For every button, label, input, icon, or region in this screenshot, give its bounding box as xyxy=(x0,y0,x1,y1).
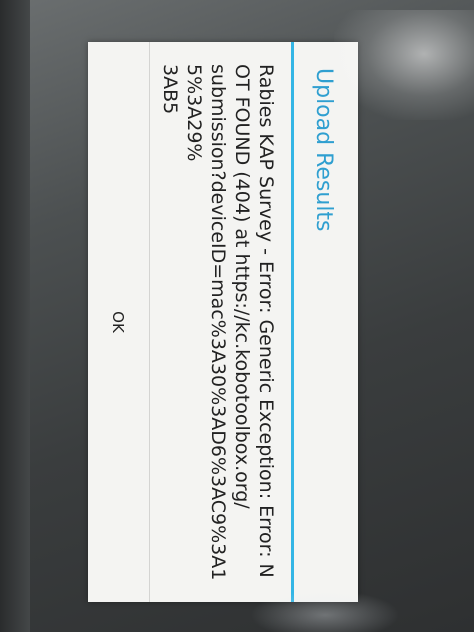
screen-bezel xyxy=(0,0,30,632)
dialog-title: Upload Results xyxy=(311,68,336,232)
upload-results-dialog: Upload Results Rabies KAP Survey - Error… xyxy=(88,42,358,602)
button-divider xyxy=(149,42,150,602)
error-message: Rabies KAP Survey - Error: Generic Excep… xyxy=(159,64,277,581)
ok-button[interactable]: OK xyxy=(88,42,149,602)
title-divider xyxy=(291,42,294,602)
